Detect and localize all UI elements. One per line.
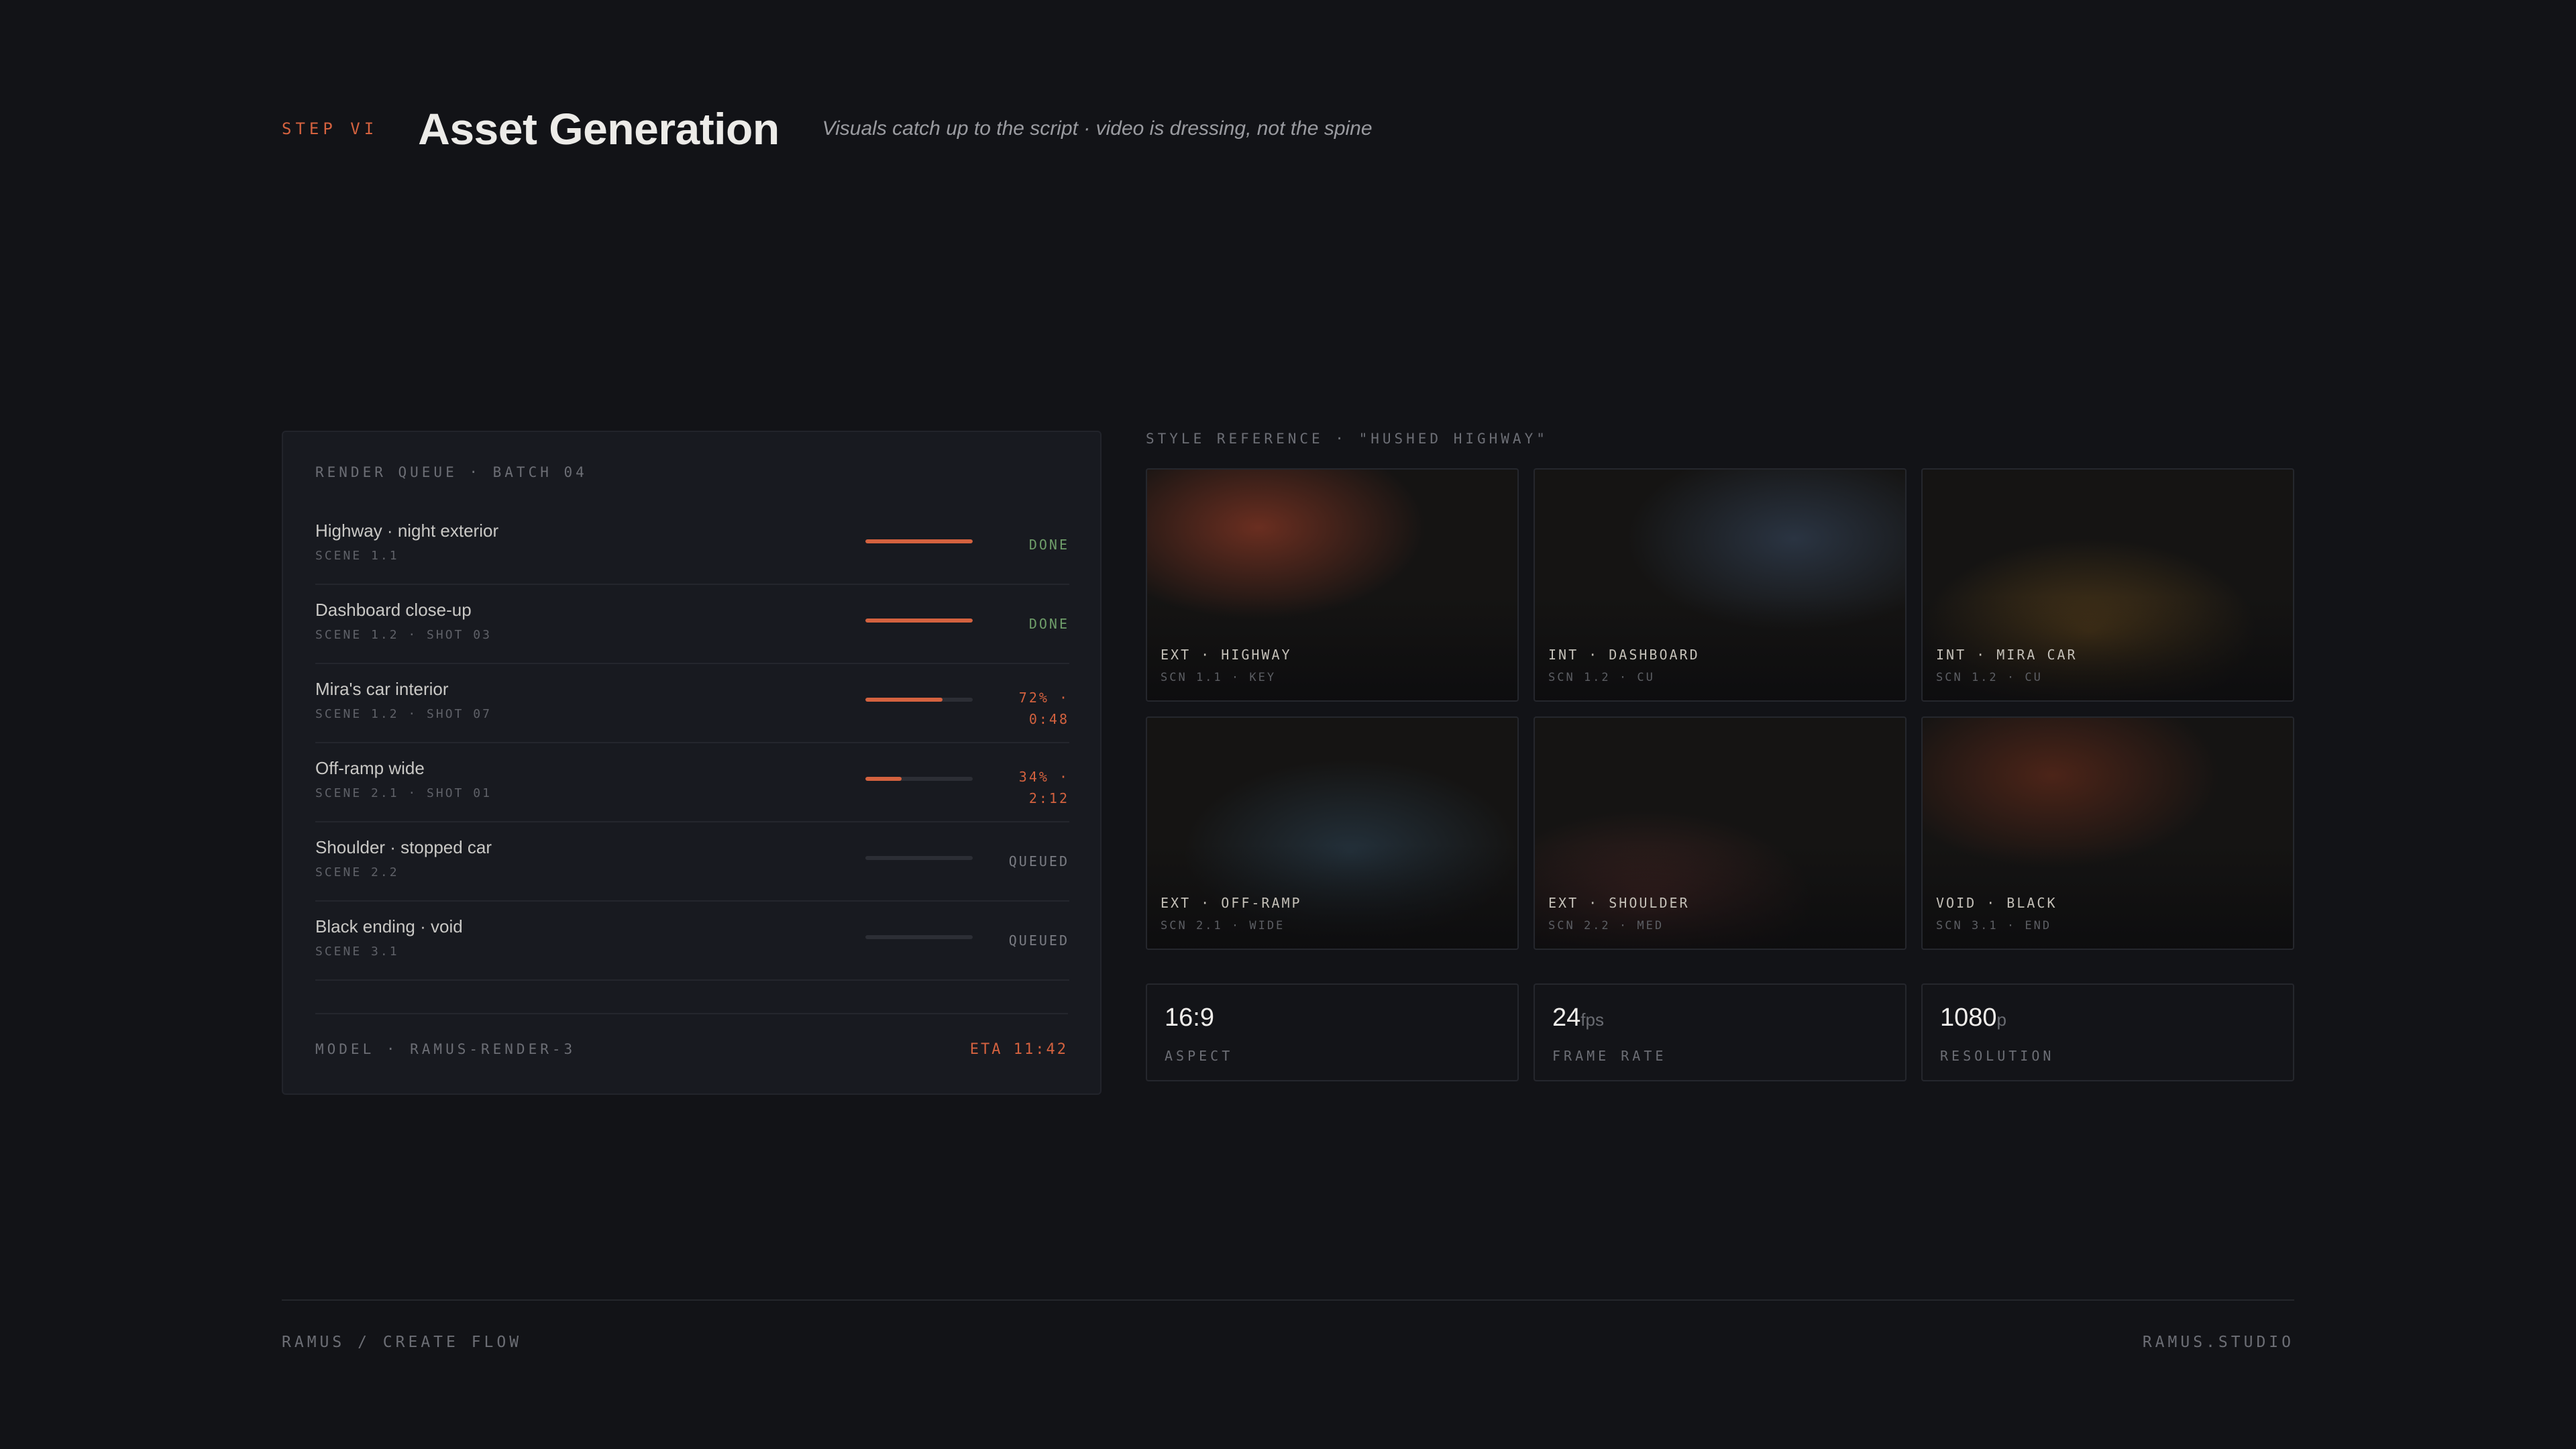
reference-card-sub: SCN 1.2 · CU — [1548, 671, 1655, 684]
reference-card-title: EXT · HIGHWAY — [1161, 647, 1292, 663]
status-badge: QUEUED — [1008, 932, 1069, 949]
page-title: Asset Generation — [418, 104, 780, 154]
reference-card-void-black[interactable]: VOID · BLACK SCN 3.1 · END — [1921, 716, 2294, 950]
progress-fill — [865, 619, 973, 623]
progress-fill — [865, 698, 943, 702]
model-label: MODEL · RAMUS-RENDER-3 — [315, 1041, 576, 1057]
render-queue-panel: RENDER QUEUE · BATCH 04 Highway · night … — [282, 431, 1102, 1095]
spec-label: RESOLUTION — [1940, 1048, 2055, 1064]
progress-fill — [865, 777, 902, 781]
style-reference-heading: STYLE REFERENCE · "HUSHED HIGHWAY" — [1146, 431, 1548, 447]
reference-card-title: INT · MIRA CAR — [1936, 647, 2078, 663]
queue-item-name: Black ending · void — [315, 916, 463, 936]
queue-item-meta: SCENE 1.1 — [315, 549, 399, 563]
queue-item[interactable]: Black ending · void SCENE 3.1 QUEUED — [315, 902, 1069, 981]
status-badge: 72% · 0:48 — [1018, 690, 1069, 727]
render-queue-heading: RENDER QUEUE · BATCH 04 — [315, 464, 588, 480]
queue-item[interactable]: Shoulder · stopped car SCENE 2.2 QUEUED — [315, 822, 1069, 902]
progress-bar — [865, 539, 973, 543]
footer-site-link[interactable]: RAMUS.STUDIO — [2143, 1334, 2294, 1351]
queue-item-meta: SCENE 3.1 — [315, 945, 399, 959]
spec-value: 16:9 — [1165, 1004, 1214, 1032]
reference-card-int-mira-car[interactable]: INT · MIRA CAR SCN 1.2 · CU — [1921, 468, 2294, 702]
queue-item-name: Dashboard close-up — [315, 600, 472, 620]
spec-aspect: 16:9 ASPECT — [1146, 983, 1519, 1081]
reference-card-ext-shoulder[interactable]: EXT · SHOULDER SCN 2.2 · MED — [1534, 716, 1907, 950]
reference-card-int-dashboard[interactable]: INT · DASHBOARD SCN 1.2 · CU — [1534, 468, 1907, 702]
reference-card-ext-off-ramp[interactable]: EXT · OFF-RAMP SCN 2.1 · WIDE — [1146, 716, 1519, 950]
queue-item[interactable]: Mira's car interior SCENE 1.2 · SHOT 07 … — [315, 664, 1069, 743]
progress-bar — [865, 619, 973, 623]
reference-card-title: VOID · BLACK — [1936, 895, 2057, 911]
render-queue-list: Highway · night exterior SCENE 1.1 DONE … — [315, 506, 1069, 981]
page-header: STEP VI Asset Generation Visuals catch u… — [282, 101, 1373, 157]
queue-item-meta: SCENE 1.2 · SHOT 03 — [315, 628, 492, 642]
progress-bar — [865, 698, 973, 702]
render-queue-footer: MODEL · RAMUS-RENDER-3 ETA 11:42 — [315, 1013, 1068, 1061]
reference-card-sub: SCN 2.2 · MED — [1548, 919, 1664, 932]
status-badge: DONE — [1028, 537, 1069, 553]
reference-card-sub: SCN 2.1 · WIDE — [1161, 919, 1285, 932]
reference-card-sub: SCN 3.1 · END — [1936, 919, 2052, 932]
queue-item-name: Shoulder · stopped car — [315, 837, 492, 857]
queue-item[interactable]: Dashboard close-up SCENE 1.2 · SHOT 03 D… — [315, 585, 1069, 664]
queue-item-meta: SCENE 2.2 — [315, 865, 399, 879]
spec-frame-rate: 24fps FRAME RATE — [1534, 983, 1907, 1081]
spec-value: 24fps — [1552, 1004, 1604, 1032]
queue-item-name: Highway · night exterior — [315, 521, 499, 541]
page-subtitle: Visuals catch up to the script · video i… — [822, 117, 1373, 140]
reference-card-ext-highway[interactable]: EXT · HIGHWAY SCN 1.1 · KEY — [1146, 468, 1519, 702]
spec-value: 1080p — [1940, 1004, 2007, 1032]
status-badge: 34% · 2:12 — [1018, 769, 1069, 806]
spec-label: ASPECT — [1165, 1048, 1234, 1064]
eta-label: ETA 11:42 — [969, 1041, 1068, 1058]
style-reference-section: STYLE REFERENCE · "HUSHED HIGHWAY" EXT ·… — [1146, 431, 2294, 1081]
step-label: STEP VI — [282, 119, 378, 138]
spec-label: FRAME RATE — [1552, 1048, 1667, 1064]
footer-divider — [282, 1299, 2294, 1301]
queue-item[interactable]: Highway · night exterior SCENE 1.1 DONE — [315, 506, 1069, 585]
queue-item[interactable]: Off-ramp wide SCENE 2.1 · SHOT 01 34% · 2… — [315, 743, 1069, 822]
spec-resolution: 1080p RESOLUTION — [1921, 983, 2294, 1081]
status-badge: QUEUED — [1008, 853, 1069, 869]
status-badge: DONE — [1028, 616, 1069, 632]
progress-bar — [865, 856, 973, 860]
queue-item-meta: SCENE 2.1 · SHOT 01 — [315, 786, 492, 800]
queue-item-name: Mira's car interior — [315, 679, 449, 699]
reference-card-sub: SCN 1.1 · KEY — [1161, 671, 1277, 684]
reference-card-title: EXT · OFF-RAMP — [1161, 895, 1302, 911]
style-reference-grid: EXT · HIGHWAY SCN 1.1 · KEY INT · DASHBO… — [1146, 468, 2294, 950]
queue-item-meta: SCENE 1.2 · SHOT 07 — [315, 707, 492, 721]
queue-item-name: Off-ramp wide — [315, 758, 425, 778]
progress-bar — [865, 777, 973, 781]
reference-card-sub: SCN 1.2 · CU — [1936, 671, 2043, 684]
reference-card-title: INT · DASHBOARD — [1548, 647, 1700, 663]
progress-fill — [865, 539, 973, 543]
progress-bar — [865, 935, 973, 939]
footer-breadcrumb[interactable]: RAMUS / CREATE FLOW — [282, 1334, 522, 1351]
reference-card-title: EXT · SHOULDER — [1548, 895, 1690, 911]
spec-row: 16:9 ASPECT 24fps FRAME RATE 1080p RESOL… — [1146, 983, 2294, 1081]
